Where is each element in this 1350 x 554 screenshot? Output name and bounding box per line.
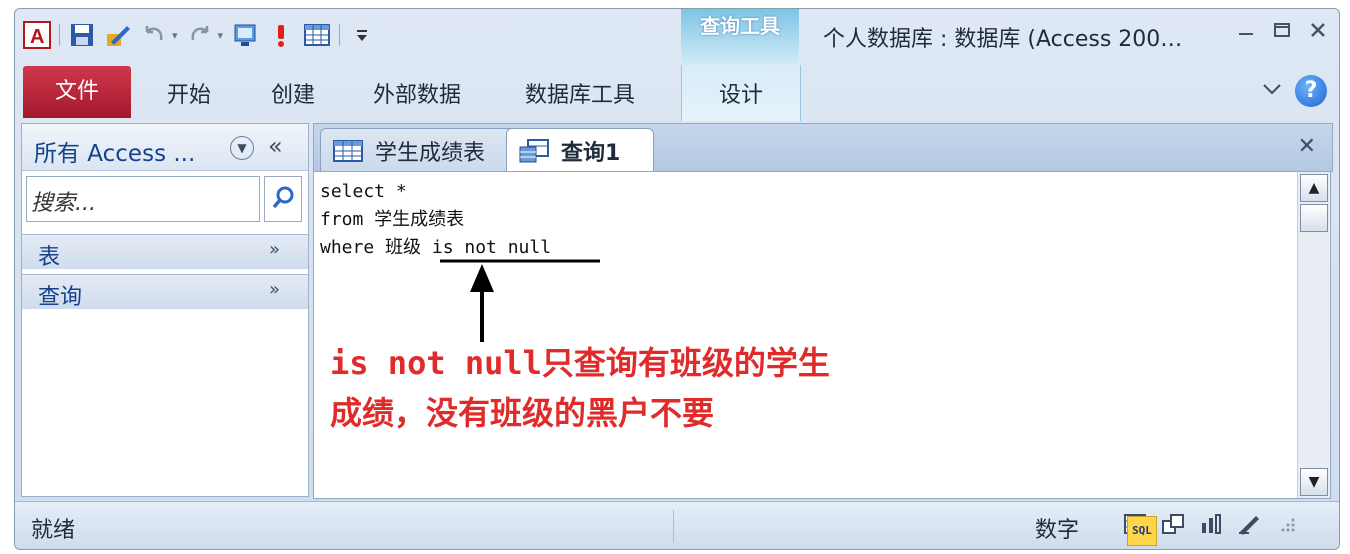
status-divider: [673, 510, 674, 542]
search-placeholder: 搜索...: [31, 191, 96, 216]
tab-student-scores-table[interactable]: 学生成绩表: [320, 128, 520, 173]
tab-design[interactable]: 设计: [681, 65, 801, 121]
window-title: 个人数据库 : 数据库 (Access 200…: [823, 27, 1183, 52]
chevron-down-icon: »: [268, 239, 280, 260]
ribbon-tabs: 文件 开始 创建 外部数据 数据库工具 设计 ?: [15, 65, 1339, 121]
access-app-icon[interactable]: A: [23, 21, 51, 49]
navigation-pane: 所有 Access ... ▼ « 搜索... 表 » 查询 »: [21, 123, 309, 497]
view-switcher: SQL: [1121, 510, 1301, 546]
status-bar: 就绪 数字 SQL: [15, 501, 1339, 549]
vertical-scrollbar[interactable]: ▲ ▼: [1297, 172, 1330, 498]
annotation-note: is not null只查询有班级的学生 成绩，没有班级的黑户不要: [330, 338, 830, 438]
toolbar-separator: [339, 24, 341, 46]
access-window: A ▾ ▾ 查询工具 个人数据库: 数据库 (Access 200… 文件 开…: [14, 8, 1340, 550]
scroll-up-icon[interactable]: ▲: [1300, 174, 1328, 202]
sql-view-button[interactable]: SQL: [1127, 516, 1157, 546]
minimize-icon[interactable]: [1235, 19, 1257, 41]
redo-icon[interactable]: [186, 21, 214, 49]
tab-external-data[interactable]: 外部数据: [373, 77, 461, 109]
query-icon: [519, 139, 549, 163]
context-tool-group-title: 查询工具: [681, 9, 799, 63]
shutter-bar-collapse-icon[interactable]: «: [268, 132, 283, 160]
tab-home[interactable]: 开始: [167, 77, 211, 109]
tab-label: 查询1: [561, 141, 621, 166]
pivotchart-view-icon[interactable]: [1197, 510, 1225, 538]
save-icon[interactable]: [68, 21, 96, 49]
tab-query1[interactable]: 查询1: [506, 128, 654, 173]
tab-database-tools[interactable]: 数据库工具: [525, 77, 635, 109]
table-icon[interactable]: [303, 21, 331, 49]
title-bar: A ▾ ▾ 查询工具 个人数据库: 数据库 (Access 200…: [15, 9, 1339, 65]
scroll-thumb[interactable]: [1300, 204, 1328, 232]
table-icon: [333, 140, 363, 162]
undo-icon[interactable]: [140, 21, 168, 49]
annotation-line: 成绩，没有班级的黑户不要: [330, 394, 715, 432]
resize-grip-icon[interactable]: [1273, 510, 1301, 538]
nav-group-label: 表: [38, 245, 61, 270]
nav-dropdown-icon[interactable]: ▼: [230, 136, 254, 160]
annotation-line: is not null只查询有班级的学生: [330, 344, 830, 382]
redo-dropdown-icon[interactable]: ▾: [218, 29, 224, 42]
customize-toolbar-icon[interactable]: [348, 21, 376, 49]
window-controls: [1235, 19, 1329, 41]
scroll-down-icon[interactable]: ▼: [1300, 468, 1328, 496]
tab-create[interactable]: 创建: [271, 77, 315, 109]
minimize-ribbon-icon[interactable]: [1261, 81, 1283, 101]
sql-editor[interactable]: select * from 学生成绩表 where 班级 is not null i…: [313, 171, 1331, 499]
search-icon[interactable]: [264, 176, 302, 222]
pivottable-view-icon[interactable]: [1159, 510, 1187, 538]
tab-design-label: 设计: [718, 83, 763, 108]
run-icon[interactable]: [267, 21, 295, 49]
nav-search-input[interactable]: 搜索...: [26, 176, 260, 222]
close-document-icon[interactable]: ✕: [1298, 134, 1316, 159]
document-tab-strip: 学生成绩表 查询1 ✕: [313, 123, 1333, 173]
tab-label: 学生成绩表: [375, 141, 486, 166]
nav-group-tables[interactable]: 表 »: [22, 234, 308, 270]
nav-header: 所有 Access ... ▼ «: [22, 124, 308, 171]
chevron-down-icon: »: [268, 279, 280, 300]
toolbar-separator: [59, 24, 60, 46]
nav-group-label: 查询: [38, 285, 83, 310]
undo-dropdown-icon[interactable]: ▾: [172, 29, 178, 42]
view-icon[interactable]: [231, 21, 259, 49]
help-icon[interactable]: ?: [1295, 75, 1327, 107]
quick-access-toolbar: A ▾ ▾: [23, 21, 376, 49]
nav-title[interactable]: 所有 Access ...: [34, 134, 195, 168]
status-ready: 就绪: [31, 518, 76, 543]
svg-text:A: A: [30, 26, 44, 48]
document-area: 学生成绩表 查询1 ✕ select * from 学生成绩表 where 班级 i…: [313, 123, 1333, 499]
edit-icon[interactable]: [104, 21, 132, 49]
annotation-arrow: [440, 259, 600, 342]
restore-icon[interactable]: [1271, 19, 1293, 41]
status-numlock: 数字: [1035, 518, 1080, 543]
nav-group-queries[interactable]: 查询 »: [22, 274, 308, 310]
design-view-icon[interactable]: [1235, 510, 1263, 538]
ribbon-controls: ?: [1261, 75, 1327, 107]
tab-file[interactable]: 文件: [23, 66, 131, 118]
close-window-icon[interactable]: [1307, 19, 1329, 41]
